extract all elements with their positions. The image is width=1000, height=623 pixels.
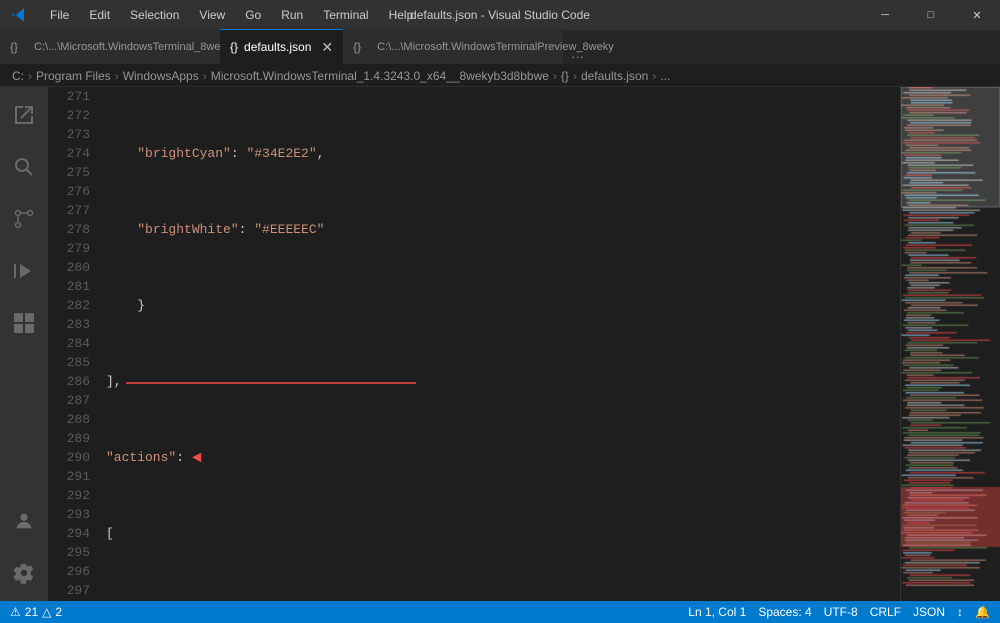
activity-source-control[interactable] — [0, 195, 48, 243]
code-editor[interactable]: "brightCyan": "#34E2E2", "brightWhite": … — [98, 87, 900, 601]
menu-edit[interactable]: Edit — [79, 4, 120, 26]
status-sync[interactable]: ↕ — [957, 605, 963, 619]
tab-settings1[interactable]: {} settings.json C:\...\Microsoft.Window… — [0, 29, 220, 64]
breadcrumb-terminal[interactable]: Microsoft.WindowsTerminal_1.4.3243.0_x64… — [211, 69, 549, 83]
status-language[interactable]: JSON — [913, 605, 945, 619]
editor[interactable]: 271 272 273 274 275 276 277 278 279 280 … — [48, 87, 1000, 601]
notification-icon: 🔔 — [975, 605, 990, 619]
title-bar: File Edit Selection View Go Run Terminal… — [0, 0, 1000, 30]
menu-run[interactable]: Run — [271, 4, 313, 26]
activity-search[interactable] — [0, 143, 48, 191]
tab-settings2[interactable]: {} settings.json C:\...\Microsoft.Window… — [343, 29, 563, 64]
error-count: 21 — [25, 605, 38, 619]
breadcrumb-ellipsis: ... — [660, 69, 670, 83]
breadcrumb-c[interactable]: C: — [12, 69, 24, 83]
activity-bar — [0, 87, 48, 601]
minimap[interactable] — [900, 87, 1000, 601]
menu-file[interactable]: File — [40, 4, 79, 26]
line-numbers: 271 272 273 274 275 276 277 278 279 280 … — [48, 87, 98, 601]
code-line-273: } — [106, 296, 900, 315]
status-line-ending[interactable]: CRLF — [870, 605, 901, 619]
status-position[interactable]: Ln 1, Col 1 — [688, 605, 746, 619]
tab-close-button[interactable]: ✕ — [321, 39, 333, 56]
breadcrumb: C: › Program Files › WindowsApps › Micro… — [0, 65, 1000, 87]
minimize-button[interactable]: ─ — [862, 0, 908, 30]
code-line-274: ], — [106, 372, 900, 391]
activity-account[interactable] — [0, 497, 48, 545]
status-encoding[interactable]: UTF-8 — [824, 605, 858, 619]
close-button[interactable]: ✕ — [954, 0, 1000, 30]
tab-more-button[interactable]: ··· — [563, 49, 592, 64]
tab-icon2: {} — [353, 40, 361, 54]
tab-icon: {} — [10, 40, 18, 54]
code-line-276: [ — [106, 524, 900, 543]
tab-defaults[interactable]: {} defaults.json ✕ — [220, 29, 343, 64]
status-right: Ln 1, Col 1 Spaces: 4 UTF-8 CRLF JSON ↕ … — [688, 605, 990, 619]
status-bar: ⚠ 21 △ 2 Ln 1, Col 1 Spaces: 4 UTF-8 CRL… — [0, 601, 1000, 623]
menu-go[interactable]: Go — [235, 4, 271, 26]
code-area: 271 272 273 274 275 276 277 278 279 280 … — [48, 87, 1000, 601]
main-area: 271 272 273 274 275 276 277 278 279 280 … — [0, 87, 1000, 601]
menu-selection[interactable]: Selection — [120, 4, 189, 26]
breadcrumb-windowsapps[interactable]: WindowsApps — [123, 69, 199, 83]
code-line-275: "actions": ◄ — [106, 448, 900, 467]
window-title: defaults.json - Visual Studio Code — [410, 8, 590, 22]
breadcrumb-file[interactable]: defaults.json — [581, 69, 648, 83]
tab-bar: {} settings.json C:\...\Microsoft.Window… — [0, 30, 1000, 65]
status-errors[interactable]: ⚠ 21 △ 2 — [10, 605, 62, 619]
code-line-271: "brightCyan": "#34E2E2", — [106, 144, 900, 163]
activity-run[interactable] — [0, 247, 48, 295]
breadcrumb-bracket: {} — [561, 69, 569, 83]
menu-view[interactable]: View — [189, 4, 235, 26]
sync-icon: ↕ — [957, 605, 963, 619]
activity-explorer[interactable] — [0, 91, 48, 139]
breadcrumb-programfiles[interactable]: Program Files — [36, 69, 111, 83]
error-icon: ⚠ — [10, 605, 21, 619]
code-line-277: // Application-level Keys — [106, 600, 900, 601]
activity-gear[interactable] — [0, 549, 48, 597]
menu-terminal[interactable]: Terminal — [313, 4, 378, 26]
app-icon — [0, 7, 40, 23]
status-notification[interactable]: 🔔 — [975, 605, 990, 619]
tab-icon-active: {} — [230, 40, 238, 54]
activity-extensions[interactable] — [0, 299, 48, 347]
warning-count: 2 — [55, 605, 62, 619]
warning-icon: △ — [42, 605, 51, 619]
maximize-button[interactable]: □ — [908, 0, 954, 30]
status-spaces[interactable]: Spaces: 4 — [758, 605, 811, 619]
code-line-272: "brightWhite": "#EEEEEC" — [106, 220, 900, 239]
window-controls: ─ □ ✕ — [862, 0, 1000, 30]
